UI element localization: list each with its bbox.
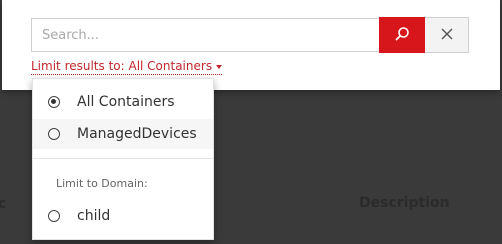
search-panel: Limit results to: All Containers — [2, 0, 500, 90]
search-button[interactable] — [379, 17, 425, 53]
divider — [33, 158, 213, 159]
option-label: ManagedDevices — [77, 126, 197, 142]
radio-unselected-icon — [48, 128, 60, 140]
option-label: child — [77, 208, 111, 224]
background-column-label: c — [0, 196, 7, 212]
option-label: All Containers — [77, 94, 175, 110]
option-domain-child[interactable]: child — [33, 201, 213, 231]
domain-section-label: Limit to Domain: — [56, 177, 148, 190]
option-all-containers[interactable]: All Containers — [33, 87, 213, 117]
search-input[interactable] — [31, 18, 379, 52]
limit-results-label: Limit results to: All Containers — [31, 59, 213, 73]
option-managed-devices[interactable]: ManagedDevices — [33, 119, 213, 149]
search-icon — [394, 26, 410, 45]
caret-down-icon — [216, 64, 223, 69]
background-description-header: Description — [359, 195, 450, 211]
limit-results-dropdown-toggle[interactable]: Limit results to: All Containers — [31, 59, 223, 75]
clear-search-button[interactable] — [425, 17, 469, 53]
radio-selected-icon — [48, 96, 60, 108]
limit-results-dropdown: All Containers ManagedDevices Limit to D… — [32, 78, 214, 240]
radio-unselected-icon — [48, 210, 60, 222]
close-icon — [441, 28, 453, 43]
search-bar — [31, 17, 469, 54]
